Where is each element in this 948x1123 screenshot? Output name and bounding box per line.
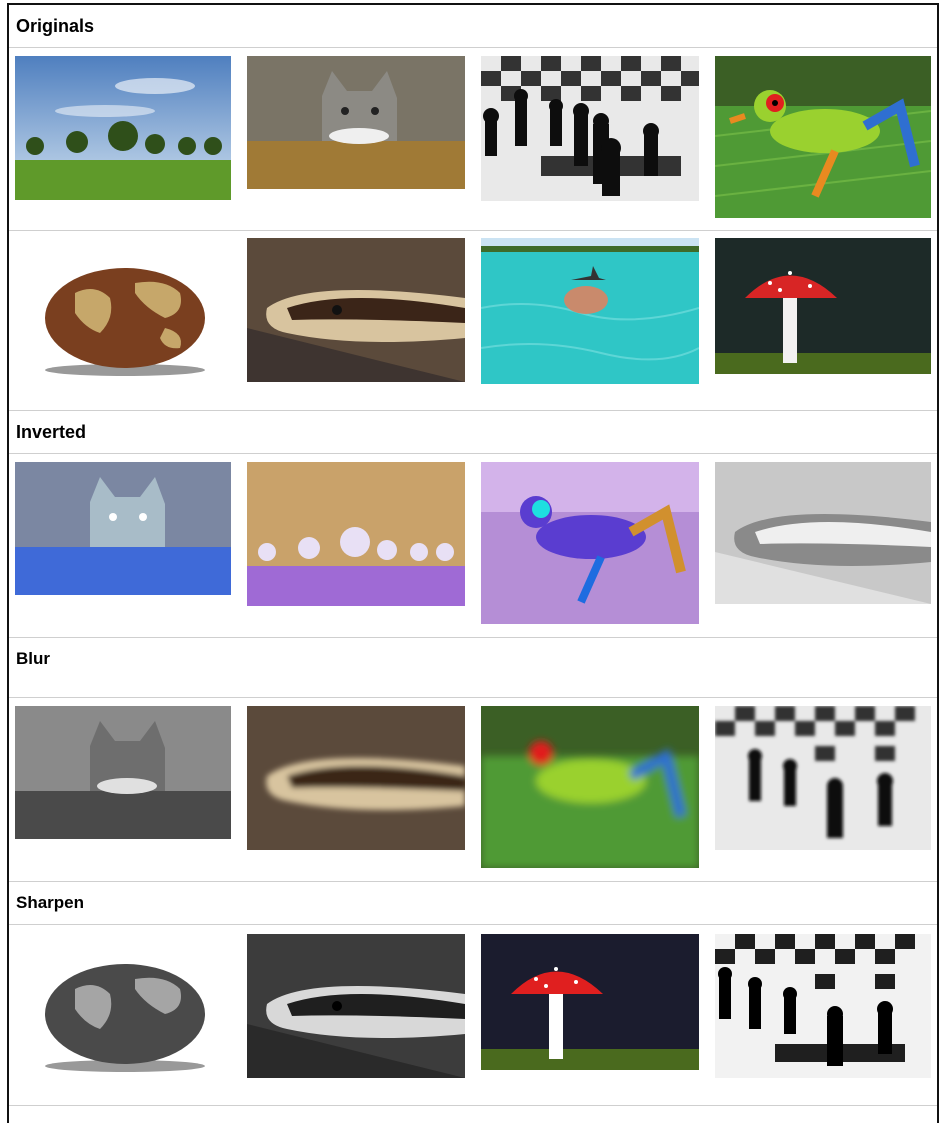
image-kitten-blur [15, 706, 231, 839]
image-mushroom-sharpen [481, 934, 699, 1070]
section-header-inverted: Inverted [9, 411, 937, 454]
section-title: Inverted [16, 422, 87, 442]
image-kitten [247, 56, 465, 189]
section-title: Originals [16, 16, 95, 36]
image-potato [15, 238, 231, 382]
image-kitten-inverted [15, 462, 231, 595]
image-trees-inverted [247, 462, 465, 606]
image-frog [715, 56, 931, 218]
image-snake [247, 238, 465, 382]
section-header-blur: Blur [9, 638, 937, 698]
image-snake-blur [247, 706, 465, 850]
section-header-originals: Originals [9, 5, 937, 48]
section-title: Blur [16, 649, 50, 668]
image-pig [481, 238, 699, 384]
image-mushroom [715, 238, 931, 374]
image-snake-sharpen [247, 934, 465, 1078]
image-frog-inverted [481, 462, 699, 624]
image-chess-blur [715, 706, 931, 850]
image-trees [15, 56, 231, 200]
image-snake-inverted [715, 462, 931, 604]
image-chess [481, 56, 699, 201]
image-potato-sharpen [15, 934, 231, 1078]
image-frog-blur [481, 706, 699, 868]
section-header-sharpen: Sharpen [9, 882, 937, 925]
image-chess-sharpen [715, 934, 931, 1078]
section-title: Sharpen [16, 893, 85, 912]
